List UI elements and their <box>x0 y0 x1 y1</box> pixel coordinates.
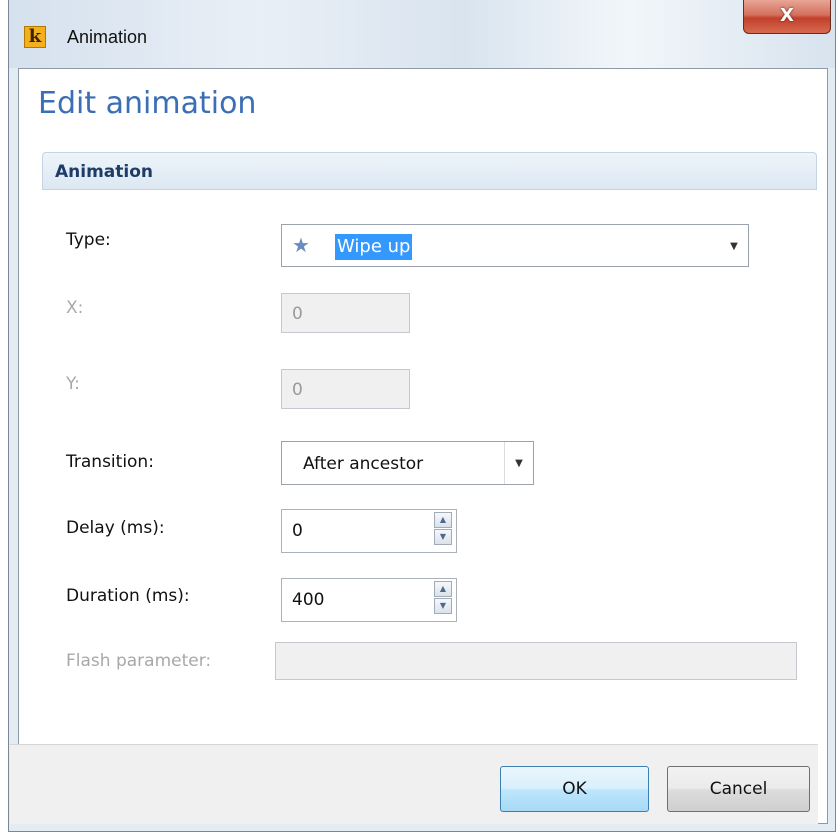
delay-spin-buttons: ▲ ▼ <box>434 512 454 550</box>
duration-stepper[interactable]: 400 ▲ ▼ <box>281 578 457 622</box>
transition-label: Transition: <box>66 452 154 472</box>
window-title: Animation <box>67 27 148 47</box>
ok-button[interactable]: OK <box>500 766 649 812</box>
increment-icon[interactable]: ▲ <box>434 581 452 597</box>
flash-parameter-label: Flash parameter: <box>66 651 212 671</box>
duration-spin-buttons: ▲ ▼ <box>434 581 454 619</box>
duration-label: Duration (ms): <box>66 586 190 606</box>
y-label: Y: <box>66 374 80 394</box>
type-select[interactable]: ★ Wipe up ▼ <box>281 224 749 267</box>
increment-icon[interactable]: ▲ <box>434 512 452 528</box>
delay-label: Delay (ms): <box>66 518 165 538</box>
transition-select[interactable]: After ancestor ▼ <box>281 441 534 485</box>
type-label: Type: <box>66 230 111 250</box>
app-logo-icon: k <box>24 26 46 48</box>
decrement-icon[interactable]: ▼ <box>434 529 452 545</box>
y-field: 0 <box>281 369 410 409</box>
star-icon: ★ <box>292 233 310 257</box>
chevron-down-icon[interactable]: ▼ <box>504 442 533 484</box>
section-header: Animation <box>42 152 817 190</box>
title-bar[interactable]: k Animation X <box>9 0 835 68</box>
close-button[interactable]: X <box>743 0 831 34</box>
cancel-button[interactable]: Cancel <box>667 766 810 812</box>
duration-value[interactable]: 400 <box>292 590 324 610</box>
page-title: Edit animation <box>38 86 257 121</box>
type-select-value: Wipe up <box>335 234 413 260</box>
chevron-down-icon[interactable]: ▼ <box>720 225 748 266</box>
flash-parameter-field <box>275 642 797 680</box>
decrement-icon[interactable]: ▼ <box>434 598 452 614</box>
section-title: Animation <box>55 162 154 182</box>
dialog-window: k Animation X <box>8 0 836 832</box>
delay-value[interactable]: 0 <box>292 521 303 541</box>
x-field: 0 <box>281 293 410 333</box>
delay-stepper[interactable]: 0 ▲ ▼ <box>281 509 457 553</box>
transition-select-value: After ancestor <box>303 454 424 474</box>
x-label: X: <box>66 298 84 318</box>
